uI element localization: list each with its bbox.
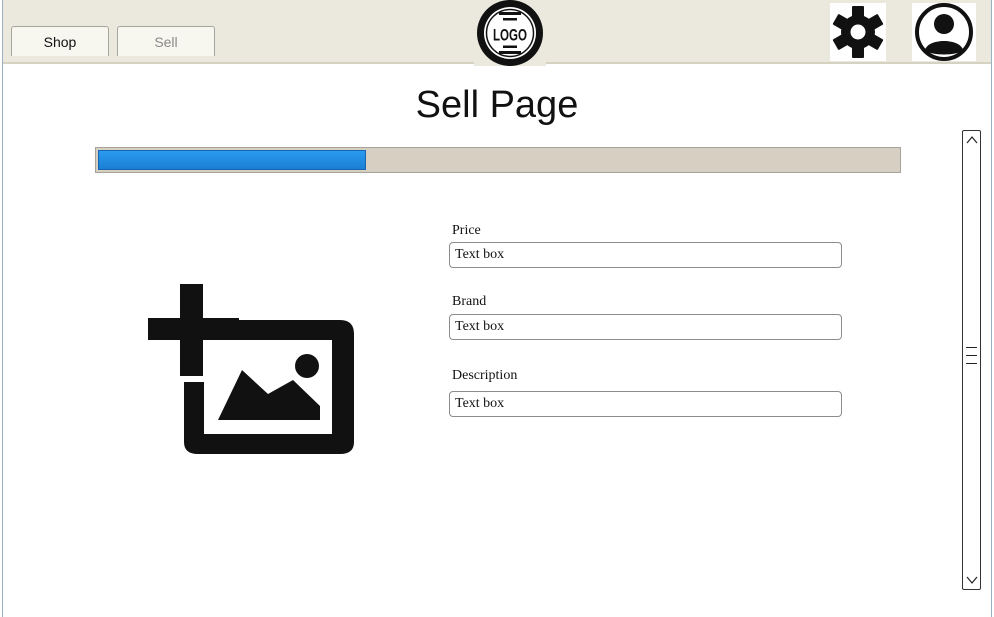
progress-bar (95, 147, 901, 173)
brand-label: Brand (452, 294, 487, 309)
add-image-button[interactable] (148, 284, 358, 456)
description-input[interactable] (449, 391, 842, 417)
page-title: Sell Page (415, 84, 579, 126)
brand-input[interactable] (449, 314, 842, 340)
vertical-scrollbar[interactable] (962, 130, 981, 590)
tab-sell[interactable]: Sell (117, 26, 215, 56)
logo-text: LOGO (493, 26, 527, 45)
scroll-down-button[interactable] (963, 571, 980, 589)
tab-shop[interactable]: Shop (11, 26, 109, 56)
logo-icon: LOGO (477, 0, 543, 66)
profile-button[interactable] (912, 3, 976, 61)
description-label: Description (452, 368, 518, 383)
chevron-up-icon (966, 136, 977, 144)
logo: LOGO (474, 0, 546, 66)
settings-button[interactable] (830, 3, 886, 61)
scroll-up-button[interactable] (963, 131, 980, 149)
price-label: Price (452, 223, 481, 238)
price-input[interactable] (449, 242, 842, 268)
user-circle-icon (915, 3, 973, 61)
scroll-thumb[interactable] (966, 343, 977, 373)
add-image-icon (148, 284, 354, 454)
gear-icon (832, 6, 884, 58)
progress-fill (98, 150, 366, 170)
chevron-down-icon (966, 576, 977, 584)
